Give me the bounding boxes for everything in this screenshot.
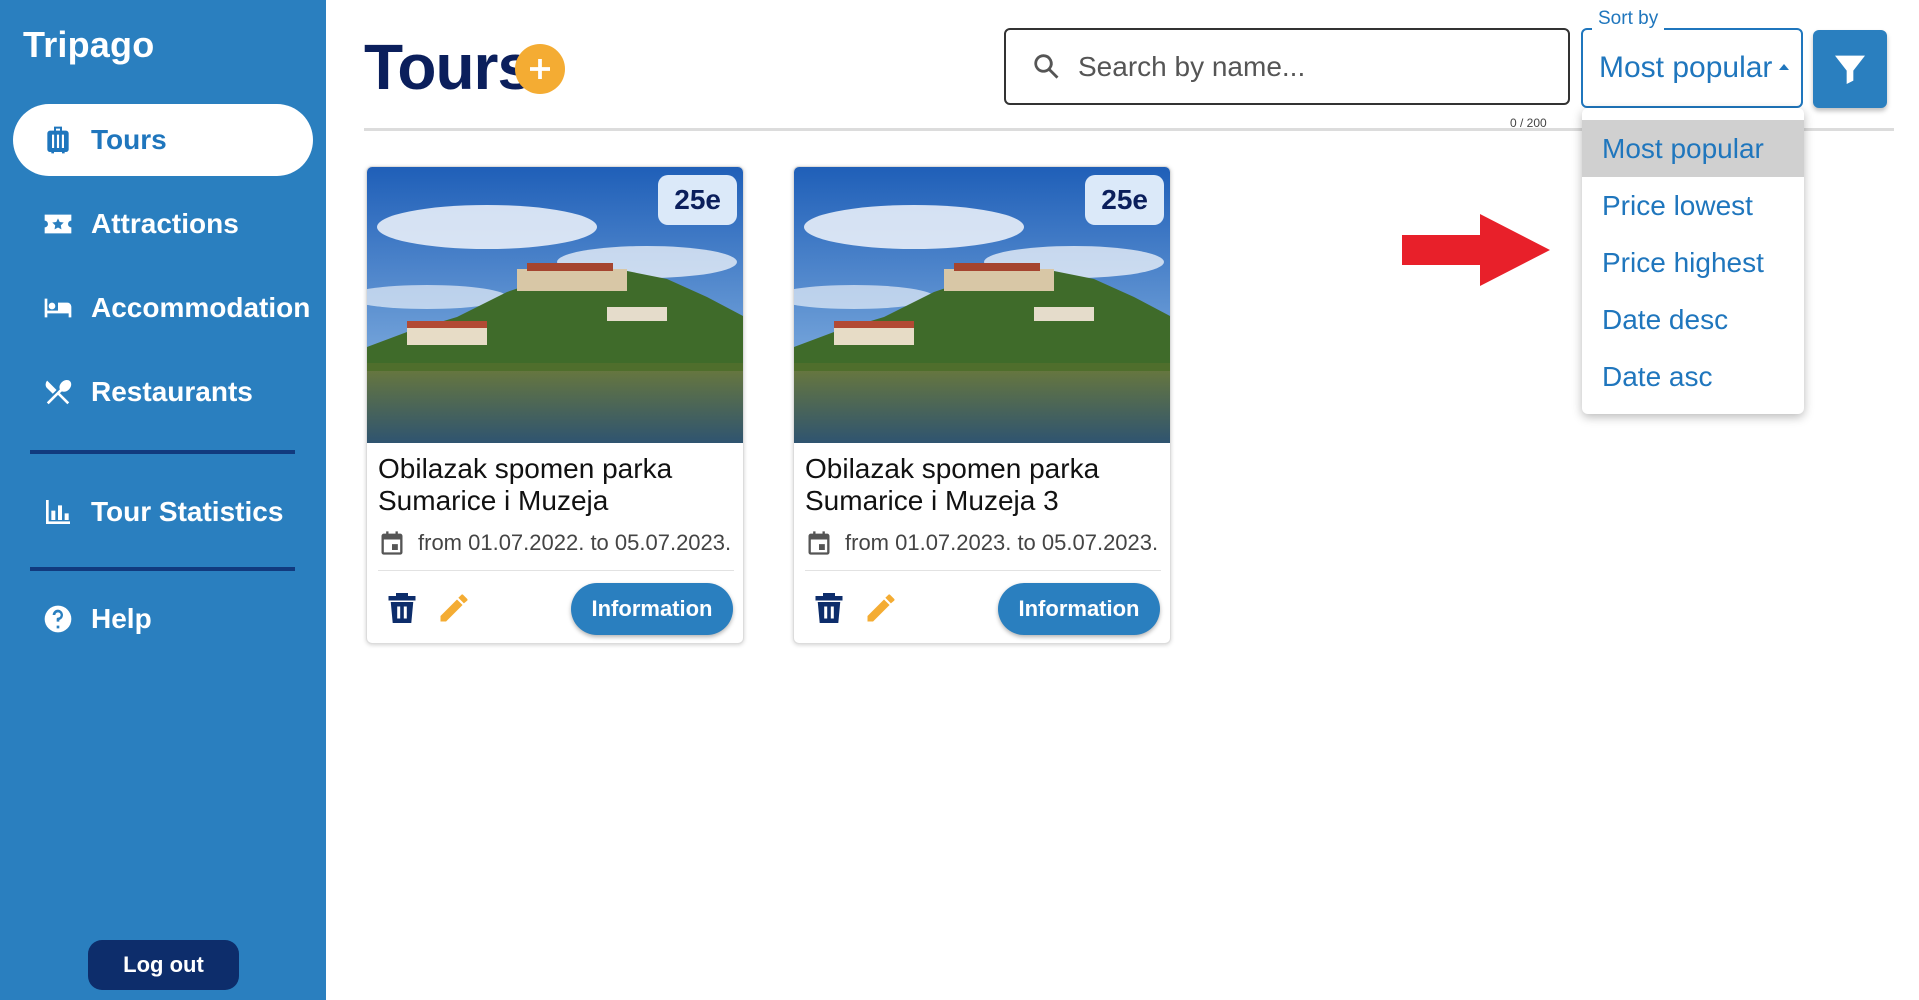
sort-option-price-highest[interactable]: Price highest (1582, 234, 1804, 291)
brand-logo[interactable]: Tripago (23, 24, 154, 66)
sidebar-item-label: Accommodation (91, 292, 311, 323)
search-input[interactable] (1078, 50, 1558, 83)
sort-label: Sort by (1592, 8, 1665, 30)
plus-icon (530, 59, 550, 79)
delete-button[interactable] (381, 585, 423, 631)
sidebar-divider (30, 567, 295, 571)
logout-button[interactable]: Log out (88, 940, 239, 990)
delete-button[interactable] (808, 585, 850, 631)
sidebar-item-tours[interactable]: Tours (13, 104, 313, 176)
pencil-icon (440, 594, 468, 622)
bed-icon (41, 291, 75, 325)
sort-dropdown-menu: Most popular Price lowest Price highest … (1582, 108, 1804, 414)
sidebar-item-label: Help (91, 603, 152, 634)
bar-chart-icon (41, 495, 75, 529)
card-divider (378, 570, 734, 571)
caret-up-icon (1779, 64, 1789, 70)
tour-date-range: from 01.07.2023. to 05.07.2023. (845, 530, 1159, 555)
information-button[interactable]: Information (998, 583, 1160, 635)
fork-knife-icon (41, 375, 75, 409)
sidebar-item-restaurants[interactable]: Restaurants (13, 356, 313, 428)
sort-option-price-lowest[interactable]: Price lowest (1582, 177, 1804, 234)
filter-button[interactable] (1813, 30, 1887, 108)
sidebar-item-label: Tour Statistics (91, 496, 284, 527)
sidebar-divider (30, 450, 295, 454)
tour-image[interactable]: 25e (367, 167, 743, 443)
suitcase-icon (41, 123, 75, 157)
edit-button[interactable] (860, 585, 902, 631)
sort-option-date-asc[interactable]: Date asc (1582, 348, 1804, 405)
sidebar-item-label: Restaurants (91, 376, 253, 407)
trash-icon (815, 593, 843, 623)
sort-option-most-popular[interactable]: Most popular (1582, 120, 1804, 177)
ticket-star-icon (41, 207, 75, 241)
help-circle-icon (41, 602, 75, 636)
tour-dates: from 01.07.2022. to 05.07.2023. (378, 529, 731, 557)
sidebar: Tripago Tours Attractions Accommodation … (0, 0, 326, 1000)
sort-option-date-desc[interactable]: Date desc (1582, 291, 1804, 348)
search-icon (1034, 53, 1059, 79)
sidebar-item-attractions[interactable]: Attractions (13, 188, 313, 260)
trash-icon (388, 593, 416, 623)
tour-card: 25e Obilazak spomen parka Sumarice i Muz… (793, 166, 1171, 644)
tour-dates: from 01.07.2023. to 05.07.2023. (805, 529, 1158, 557)
add-tour-button[interactable] (515, 44, 565, 94)
sidebar-item-tour-statistics[interactable]: Tour Statistics (13, 476, 313, 548)
sidebar-item-label: Tours (91, 124, 167, 155)
sort-selected-value: Most popular (1599, 51, 1773, 84)
calendar-icon (381, 531, 403, 555)
sidebar-item-accommodation[interactable]: Accommodation (13, 272, 313, 344)
price-badge: 25e (1085, 175, 1164, 225)
filter-icon (1835, 55, 1865, 84)
card-divider (805, 570, 1161, 571)
sort-select[interactable]: Most popular (1581, 28, 1803, 108)
price-badge: 25e (658, 175, 737, 225)
edit-button[interactable] (433, 585, 475, 631)
red-arrow-annotation (1402, 214, 1550, 286)
calendar-icon (808, 531, 830, 555)
tour-title: Obilazak spomen parka Sumarice i Muzeja (378, 453, 673, 516)
search-field[interactable] (1004, 28, 1570, 105)
page-title: Tours (364, 31, 533, 103)
tour-date-range: from 01.07.2022. to 05.07.2023. (418, 530, 732, 555)
tour-card: 25e Obilazak spomen parka Sumarice i Muz… (366, 166, 744, 644)
sidebar-item-label: Attractions (91, 208, 239, 239)
tour-title: Obilazak spomen parka Sumarice i Muzeja … (805, 453, 1100, 516)
pencil-icon (867, 594, 895, 622)
sidebar-item-help[interactable]: Help (13, 583, 313, 655)
information-button[interactable]: Information (571, 583, 733, 635)
tour-image[interactable]: 25e (794, 167, 1170, 443)
